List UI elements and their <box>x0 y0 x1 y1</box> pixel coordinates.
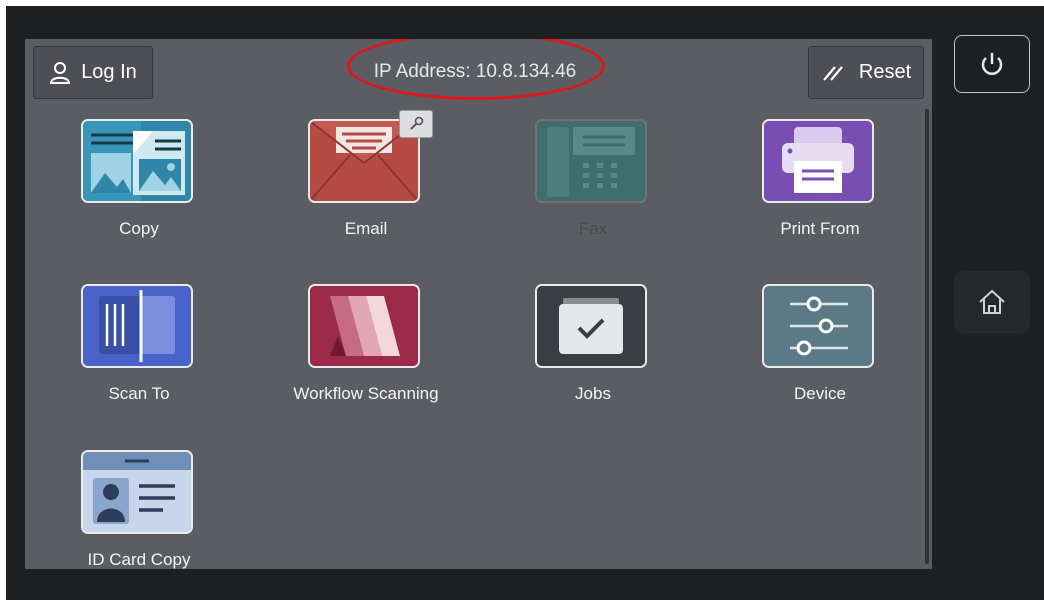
login-button[interactable]: Log In <box>33 46 153 99</box>
app-tile-id-card-copy[interactable]: ID Card Copy <box>25 450 245 569</box>
app-tile-print-from[interactable]: Print From <box>706 119 926 259</box>
power-button[interactable] <box>954 35 1030 93</box>
device-icon <box>762 284 874 368</box>
reset-icon <box>821 63 845 83</box>
app-tile-fax[interactable]: Fax <box>479 119 699 259</box>
app-tile-scan-to[interactable]: Scan To <box>25 284 245 424</box>
copy-icon <box>81 119 193 203</box>
login-label: Log In <box>81 61 137 83</box>
app-label: Fax <box>578 219 608 238</box>
user-icon <box>49 61 71 85</box>
app-tile-device[interactable]: Device <box>706 284 926 424</box>
scan-icon <box>81 284 193 368</box>
app-label: Scan To <box>108 384 170 403</box>
app-label: Device <box>794 384 846 403</box>
app-tile-email[interactable]: Email <box>252 110 472 259</box>
reset-label: Reset <box>858 61 912 83</box>
app-tile-workflow-scanning[interactable]: Workflow Scanning <box>252 284 472 424</box>
fax-icon <box>535 119 647 203</box>
app-label: Jobs <box>575 384 611 403</box>
app-tile-copy[interactable]: Copy <box>25 119 245 259</box>
id-card-icon <box>81 450 193 534</box>
workflow-icon <box>308 284 420 368</box>
home-icon <box>977 288 1007 316</box>
home-button[interactable] <box>954 271 1030 333</box>
app-label: Workflow Scanning <box>293 384 439 403</box>
app-label: Email <box>344 219 388 238</box>
jobs-icon <box>535 284 647 368</box>
app-label: Print From <box>780 219 860 238</box>
wrench-icon <box>399 110 433 138</box>
print-icon <box>762 119 874 203</box>
app-tile-jobs[interactable]: Jobs <box>479 284 699 424</box>
touch-screen: Log In IP Address: 10.8.134.46 Reset Cop… <box>25 39 932 569</box>
reset-button[interactable]: Reset <box>808 46 924 99</box>
highlight-circle <box>347 39 605 100</box>
app-label: Copy <box>119 219 159 238</box>
app-label: ID Card Copy <box>87 550 191 569</box>
power-icon <box>978 50 1006 78</box>
